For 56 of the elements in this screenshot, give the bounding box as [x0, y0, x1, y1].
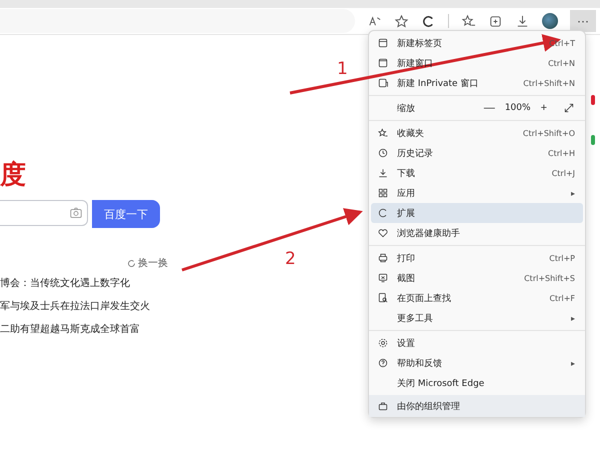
zoom-value: 100%	[504, 103, 532, 113]
tab-icon	[377, 37, 389, 49]
extension-icon[interactable]	[421, 14, 436, 28]
extension-icon	[377, 207, 389, 219]
zoom-in-button[interactable]: +	[534, 102, 553, 114]
heart-icon	[377, 227, 389, 239]
annotation-number: 1	[337, 59, 348, 79]
menu-item[interactable]: 下载 Ctrl+J	[371, 163, 583, 183]
menu-item[interactable]: 收藏夹 Ctrl+Shift+O	[371, 123, 583, 143]
star-icon[interactable]	[394, 14, 409, 28]
menu-item[interactable]: 更多工具 ▸	[371, 308, 583, 328]
zoom-label: 缩放	[396, 102, 416, 114]
avatar-icon[interactable]	[542, 13, 558, 29]
managed-notice[interactable]: 由你的组织管理	[369, 395, 585, 417]
collections-icon[interactable]	[488, 14, 503, 28]
refresh-icon	[127, 258, 136, 268]
refresh-link[interactable]: 换一换	[127, 256, 168, 270]
menu-item[interactable]: 历史记录 Ctrl+H	[371, 143, 583, 163]
download-icon	[377, 167, 389, 179]
logo-text: 度	[0, 160, 26, 190]
menu-item[interactable]: 新建 InPrivate 窗口 Ctrl+Shift+N	[371, 73, 583, 93]
menu-item[interactable]: 关闭 Microsoft Edge	[371, 373, 583, 393]
help-icon	[377, 357, 389, 369]
fullscreen-icon[interactable]	[563, 102, 575, 114]
search-field[interactable]	[0, 200, 88, 226]
submenu-arrow: ▸	[570, 358, 575, 368]
menu-item[interactable]: 在页面上查找 Ctrl+F	[371, 288, 583, 308]
menu-item[interactable]: 设置	[371, 333, 583, 353]
window-icon	[377, 77, 389, 89]
menu-item[interactable]: 扩展	[371, 203, 583, 223]
favorites-icon[interactable]	[461, 14, 476, 28]
screenshot-icon	[377, 272, 389, 284]
menu-item[interactable]: 浏览器健康助手	[371, 223, 583, 243]
submenu-arrow: ▸	[570, 314, 575, 322]
printer-icon	[377, 252, 389, 264]
settings-icon	[377, 337, 389, 349]
favorites-icon	[377, 127, 389, 139]
read-aloud-icon[interactable]	[367, 14, 382, 28]
sidebar-icon[interactable]	[591, 135, 595, 145]
menu-item[interactable]: 截图 Ctrl+Shift+S	[371, 268, 583, 288]
menu-item[interactable]: 打印 Ctrl+P	[371, 248, 583, 268]
briefcase-icon	[377, 400, 389, 412]
submenu-arrow: ▸	[570, 188, 575, 198]
search-button[interactable]: 百度一下	[92, 200, 160, 228]
window-icon	[377, 57, 389, 69]
camera-icon[interactable]	[69, 206, 83, 220]
more-button[interactable]: ···	[570, 10, 596, 32]
zoom-out-button[interactable]: —	[478, 102, 501, 114]
menu-item[interactable]: 应用 ▸	[371, 183, 583, 203]
menu-item[interactable]: 帮助和反馈 ▸	[371, 353, 583, 373]
clock-icon	[377, 147, 389, 159]
annotation-number: 2	[285, 249, 296, 269]
grid-icon	[377, 187, 389, 199]
download-icon[interactable]	[515, 14, 530, 28]
find-icon	[377, 292, 389, 304]
sidebar-icon[interactable]	[591, 95, 595, 105]
